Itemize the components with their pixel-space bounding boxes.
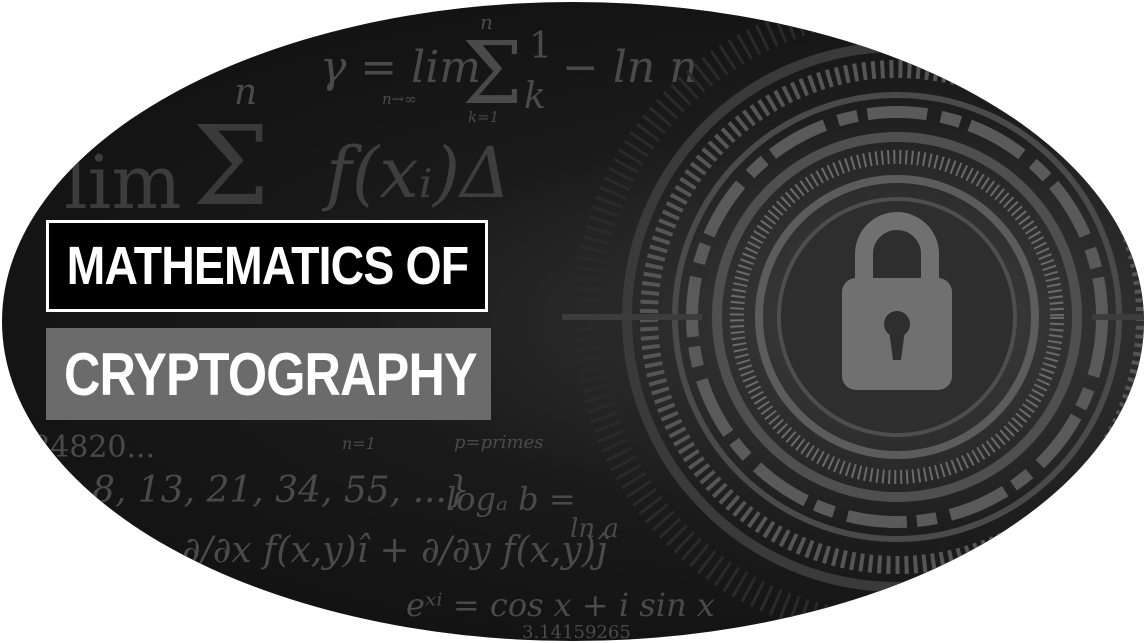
title-line-2: CRYPTOGRAPHY	[64, 340, 478, 408]
title-line-1: MATHEMATICS OF	[66, 236, 468, 296]
title-box-mathematics: MATHEMATICS OF	[46, 220, 488, 312]
oval-banner: γ = lim n→∞ n Σ 1 k k=1 − ln n lim n Σ f…	[2, 2, 1144, 641]
image-canvas: γ = lim n→∞ n Σ 1 k k=1 − ln n lim n Σ f…	[0, 0, 1146, 643]
title-box-cryptography: CRYPTOGRAPHY	[46, 328, 491, 420]
concentric-rings-graphic	[562, 2, 1144, 641]
